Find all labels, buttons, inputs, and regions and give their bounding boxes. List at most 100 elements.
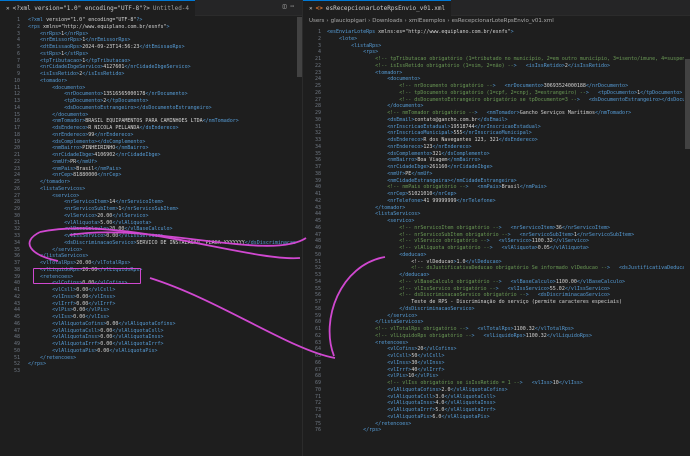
code-line[interactable]: 14 <dsDocumentoEstrangeiro></dsDocumento… <box>0 105 302 112</box>
code-line[interactable]: 76 </rps> <box>303 427 690 434</box>
code-line[interactable]: 24 <documento> <box>303 76 690 83</box>
code-line[interactable]: 67 <vlIrrf>40</vlIrrf> <box>303 367 690 374</box>
editor-actions[interactable]: ◫⋯ <box>283 3 298 10</box>
code-line[interactable]: 43 <vlIrrf>0.00</vlIrrf> <box>0 301 302 308</box>
code-line[interactable]: 52 </rps> <box>0 361 302 368</box>
code-line[interactable]: 73 <vlAliquotaIrrf>5.0</vlAliquotaIrrf> <box>303 407 690 414</box>
breadcrumb-item[interactable]: xmlExemplos <box>409 18 446 24</box>
code-line[interactable]: 57 Teste de RPS - Discriminação do servi… <box>303 299 690 306</box>
code-line[interactable]: 3 <listaRps> <box>303 43 690 50</box>
code-line[interactable]: 65 <vlCsll>50</vlCsll> <box>303 353 690 360</box>
close-icon[interactable]: ✕ <box>6 1 10 16</box>
code-line[interactable]: 21 <nrCidadeIbge>4106902</nrCidadeIbge> <box>0 152 302 159</box>
code-line[interactable]: 51 </retencoes> <box>0 355 302 362</box>
code-line[interactable]: 30 <dsEmail>contato@gancho.com.br</dsEma… <box>303 117 690 124</box>
code-line[interactable]: 34 <dsDiscriminacaoServico>SERVICO DE IN… <box>0 240 302 247</box>
code-line[interactable]: 10 <tomador> <box>0 78 302 85</box>
code-line[interactable]: 28 </documento> <box>303 103 690 110</box>
code-line[interactable]: 49 <!-- vlAliquota obrigatório --> <vlAl… <box>303 245 690 252</box>
code-line[interactable]: 42 <vlInss>0.00</vlInss> <box>0 294 302 301</box>
code-line[interactable]: 69 <!-- vlIss obrigatório se isIssRetido… <box>303 380 690 387</box>
code-line[interactable]: 56 <!-- dsDiscriminacaoServico obrigatór… <box>303 292 690 299</box>
breadcrumb-item[interactable]: Users <box>309 18 324 24</box>
code-line[interactable]: 2 <rps xmlns="http://www.equiplano.com.br… <box>0 24 302 31</box>
code-line[interactable]: 59 </servico> <box>303 313 690 320</box>
code-line[interactable]: 41 <nrCep>51021010</nrCep> <box>303 191 690 198</box>
tab-xml-file[interactable]: ✕ <> esRecepcionarLoteRpsEnvio_v01.xml <box>303 0 452 16</box>
code-line[interactable]: 30 <vlServico>20.00</vlServico> <box>0 213 302 220</box>
code-line[interactable]: 44 <listaServicos> <box>303 211 690 218</box>
code-line[interactable]: 33 <dsEndereco>R dos Navegantes 123, 321… <box>303 137 690 144</box>
breadcrumb-item[interactable]: esRecepcionarLoteRpsEnvio_v01.xml <box>452 18 554 24</box>
code-line[interactable]: 50 <deducao> <box>303 252 690 259</box>
code-line[interactable]: 48 <!-- vlServico obrigatório --> <vlSer… <box>303 238 690 245</box>
code-line[interactable]: 24 <nrCep>81880000</nrCep> <box>0 172 302 179</box>
code-line[interactable]: 5 <dtEmissaoRps>2024-09-23T14:56:23</dtE… <box>0 44 302 51</box>
code-line[interactable]: 62 <!-- vlLiquidoRps obrigatório --> <vl… <box>303 333 690 340</box>
code-line[interactable]: 50 <vlAliquotaPis>0.00</vlAliquotaPis> <box>0 348 302 355</box>
code-line[interactable]: 33 <vlIssServico>0.00</vlIssServico> <box>0 233 302 240</box>
right-editor-pane[interactable]: ✕ <> esRecepcionarLoteRpsEnvio_v01.xml U… <box>302 0 690 456</box>
code-line[interactable]: 45 <vlIss>0.00</vlIss> <box>0 314 302 321</box>
code-line[interactable]: 68 <vlPis>10</vlPis> <box>303 373 690 380</box>
code-line[interactable]: 4 <rps> <box>303 49 690 56</box>
code-line[interactable]: 27 <!-- dsDocumentoEstrangeiro obrigatór… <box>303 97 690 104</box>
code-line[interactable]: 4 <nrEmissorRps>1</nrEmissorRps> <box>0 37 302 44</box>
code-line[interactable]: 63 <retencoes> <box>303 340 690 347</box>
breadcrumb-item[interactable]: glauciopigari <box>331 18 366 24</box>
code-line[interactable]: 49 <vlAliquotaIrrf>0.00</vlAliquotaIrrf> <box>0 341 302 348</box>
code-line[interactable]: 37 <nrCidadeIbge>261160</nrCidadeIbge> <box>303 164 690 171</box>
code-line[interactable]: 1 <esEnviarLoteRps xmlns:es="http://www.e… <box>303 29 690 36</box>
code-line[interactable]: 11 <documento> <box>0 85 302 92</box>
code-line[interactable]: 19 <dsComplemento></dsComplemento> <box>0 139 302 146</box>
code-line[interactable]: 35 <dsComplemento>321</dsComplemento> <box>303 151 690 158</box>
tab-untitled-4[interactable]: ✕ <?xml version="1.0" encoding="UTF-8"?>… <box>0 0 196 16</box>
code-line[interactable]: 12 <nrDocumento>13516565000178</nrDocume… <box>0 91 302 98</box>
code-line[interactable]: 45 <servico> <box>303 218 690 225</box>
code-line[interactable]: 36 </listaServicos> <box>0 253 302 260</box>
code-line[interactable]: 29 <nrServicoSubItem>1</nrServicoSubItem… <box>0 206 302 213</box>
code-line[interactable]: 38 <nmUf>PE</nmUf> <box>303 171 690 178</box>
code-line[interactable]: 25 </tomador> <box>0 179 302 186</box>
code-line[interactable]: 37 <vlTotalRps>20.00</vlTotalRps> <box>0 260 302 267</box>
code-line[interactable]: 20 <nmBairro>PINHEIRINHO</nmBairro> <box>0 145 302 152</box>
code-line[interactable]: 75 </retencoes> <box>303 421 690 428</box>
code-line[interactable]: 32 <vlBaseCalculo>20.00</vlBaseCalculo> <box>0 226 302 233</box>
code-line[interactable]: 7 <tpTributacao>1</tpTributacao> <box>0 58 302 65</box>
code-line[interactable]: 26 <!-- tpDocumento obrigatório (1=cpf, … <box>303 90 690 97</box>
code-line[interactable]: 21 <!-- tpTributacao obrigatório (1=trib… <box>303 56 690 63</box>
code-line[interactable]: 74 <vlAliquotaPis>6.0</vlAliquotaPis> <box>303 414 690 421</box>
right-code-editor[interactable]: 1 <esEnviarLoteRps xmlns:es="http://www.e… <box>303 29 690 456</box>
code-line[interactable]: 29 <!-- nmTomador obrigatório --> <nmTom… <box>303 110 690 117</box>
code-line[interactable]: 27 <servico> <box>0 193 302 200</box>
code-line[interactable]: 2 <lote> <box>303 36 690 43</box>
code-line[interactable]: 23 <nmPais>Brasil</nmPais> <box>0 166 302 173</box>
code-line[interactable]: 18 <nrEndereco>99</nrEndereco> <box>0 132 302 139</box>
breadcrumb-item[interactable]: Downloads <box>372 18 402 24</box>
code-line[interactable]: 32 <nrInscricaoMunicipal>555</nrInscrica… <box>303 130 690 137</box>
code-line[interactable]: 71 <vlAliquotaCsll>3.0</vlAliquotaCsll> <box>303 394 690 401</box>
code-line[interactable]: 58 </dsDiscriminacaoServico> <box>303 306 690 313</box>
code-line[interactable]: 31 <nrInscricaoEstadual>19518744</nrInsc… <box>303 124 690 131</box>
code-line[interactable]: 41 <vlCsll>0.00</vlCsll> <box>0 287 302 294</box>
code-line[interactable]: 46 <vlAliquotaCofins>0.00</vlAliquotaCof… <box>0 321 302 328</box>
code-line[interactable]: 22 <nmUf>PR</nmUf> <box>0 159 302 166</box>
code-line[interactable]: 25 <!-- nrDocumento obrigatório --> <nrD… <box>303 83 690 90</box>
more-icon[interactable]: ⋯ <box>290 3 298 10</box>
left-editor-pane[interactable]: ✕ <?xml version="1.0" encoding="UTF-8"?>… <box>0 0 302 456</box>
code-line[interactable]: 61 <!-- vlTotalRps obrigatório --> <vlTo… <box>303 326 690 333</box>
code-line[interactable]: 26 <listaServicos> <box>0 186 302 193</box>
code-line[interactable]: 48 <vlAliquotaInss>0.00</vlAliquotaInss> <box>0 334 302 341</box>
code-line[interactable]: 3 <nrRps>1</nrRps> <box>0 31 302 38</box>
code-line[interactable]: 43 </tomador> <box>303 205 690 212</box>
code-line[interactable]: 36 <nmBairro>Boa Viagem</nmBairro> <box>303 157 690 164</box>
code-line[interactable]: 34 <nrEndereco>123</nrEndereco> <box>303 144 690 151</box>
code-line[interactable]: 60 </listaServicos> <box>303 319 690 326</box>
code-line[interactable]: 35 </servico> <box>0 247 302 254</box>
code-line[interactable]: 28 <nrServicoItem>14</nrServicoItem> <box>0 199 302 206</box>
right-scrollbar[interactable] <box>684 29 690 456</box>
code-line[interactable]: 17 <dsEndereco>R NICOLA PELLANDA</dsEnde… <box>0 125 302 132</box>
code-line[interactable]: 6 <stRps>1</stRps> <box>0 51 302 58</box>
code-line[interactable]: 47 <vlAliquotaCsll>0.00</vlAliquotaCsll> <box>0 328 302 335</box>
code-line[interactable]: 13 <tpDocumento>2</tpDocumento> <box>0 98 302 105</box>
